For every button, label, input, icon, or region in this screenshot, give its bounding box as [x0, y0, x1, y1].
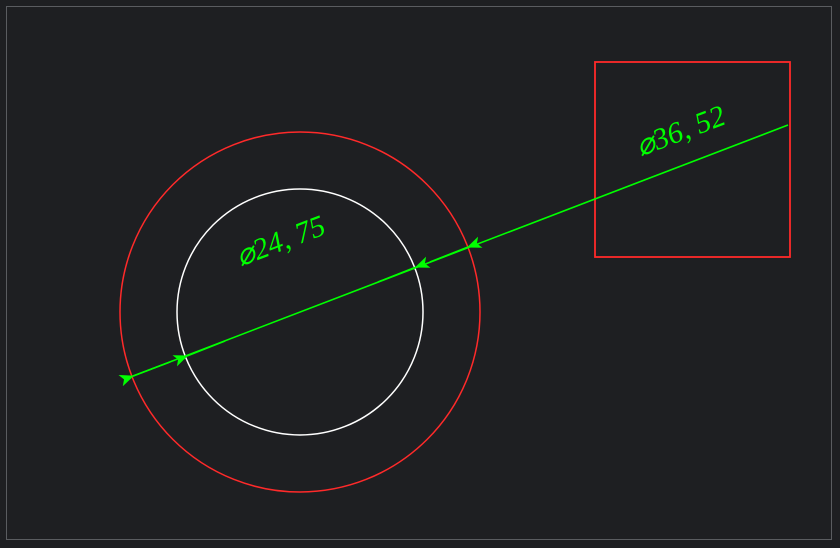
red-rectangle[interactable] — [595, 62, 790, 257]
inner-diameter-arrow-left — [187, 341, 225, 356]
outer-diameter-arrow-right — [430, 247, 468, 262]
cad-canvas[interactable]: ⌀24, 75 ⌀36, 52 — [0, 0, 840, 548]
outer-diameter-arrow-left — [133, 362, 170, 376]
inner-diameter-label: ⌀24, 75 — [231, 209, 330, 273]
inner-diameter-arrow-right — [378, 267, 416, 282]
